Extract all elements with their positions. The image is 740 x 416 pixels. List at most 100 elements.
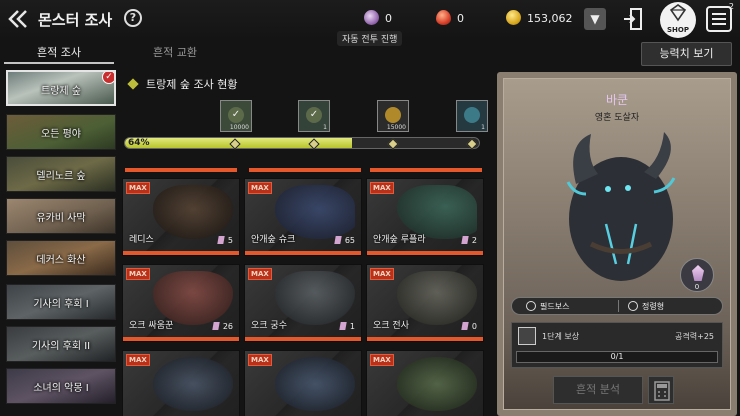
currency-gold: 153,062 — [506, 10, 573, 28]
milestone-reward-1[interactable]: ✓ 10000 — [220, 100, 252, 132]
menu-badge: 2 — [728, 2, 734, 11]
trace-analysis-button[interactable]: 흔적 분석 — [553, 376, 643, 404]
card-bottom-strip — [125, 168, 237, 172]
menu-icon[interactable]: 2 — [706, 2, 734, 32]
monster-card-7[interactable]: MAX — [244, 350, 362, 416]
region-item-3[interactable]: 유카비 사막 — [6, 198, 116, 234]
trace-count: 0 — [461, 322, 477, 331]
region-item-6[interactable]: 기사의 후회 II — [6, 326, 116, 362]
max-badge: MAX — [248, 182, 272, 194]
max-badge: MAX — [126, 182, 150, 194]
crystal-count: 0 — [694, 283, 700, 291]
spider-monster-icon — [153, 185, 233, 239]
detail-monster-name: 바쿤 — [605, 93, 629, 107]
max-badge: MAX — [370, 354, 394, 366]
reward-count: 10000 — [229, 124, 249, 131]
orc-archer-icon — [275, 271, 355, 325]
reward-stage-label: 1단계 보상 — [542, 332, 580, 341]
region-label: 오든 평야 — [41, 129, 81, 140]
monster-card-6[interactable]: MAX — [122, 350, 240, 416]
trace-count: 5 — [217, 236, 233, 245]
ruby-count: 0 — [457, 12, 464, 25]
red-ruby-icon — [436, 10, 451, 25]
region-label: 기사의 후회 II — [31, 341, 91, 352]
boss-portrait-icon — [546, 124, 696, 294]
region-label: 데커스 화산 — [36, 255, 86, 266]
auto-battle-label[interactable]: 자동 전투 진행 — [337, 31, 403, 46]
monster-card-5[interactable]: MAX 오크 전사 0 — [366, 264, 484, 342]
monster-card-3[interactable]: MAX 오크 싸움꾼 26 — [122, 264, 240, 342]
chevron-down-icon[interactable]: ▼ — [584, 8, 606, 30]
help-icon[interactable]: ? — [124, 9, 142, 27]
monster-card-4[interactable]: MAX 오크 궁수 1 — [244, 264, 362, 342]
region-item-7[interactable]: 소녀의 악몽 I — [6, 368, 116, 404]
monster-name: 안개숲 루플라 — [373, 235, 426, 245]
region-label: 기사의 후회 I — [33, 299, 89, 310]
region-item-5[interactable]: 기사의 후회 I — [6, 284, 116, 320]
detail-monster-title: 영혼 도살자 — [594, 113, 640, 123]
back-arrow-icon[interactable] — [6, 6, 32, 32]
max-badge: MAX — [370, 182, 394, 194]
spirit-type-icon — [628, 301, 638, 311]
monster-name: 레디스 — [129, 235, 154, 245]
monster-card-2[interactable]: MAX 안개숲 루플라 2 — [366, 178, 484, 256]
monster-name: 오크 전사 — [373, 321, 409, 331]
calculator-icon[interactable] — [648, 376, 674, 404]
gift-box-icon — [518, 327, 536, 345]
reward-stat: 공격력+25 — [675, 332, 714, 341]
region-item-0[interactable]: 트랑제 숲 ✓ — [6, 70, 116, 106]
tab-trace-survey[interactable]: 흔적 조사 — [4, 42, 114, 64]
winged-monster-icon — [275, 185, 355, 239]
region-item-2[interactable]: 델리노르 숲 — [6, 156, 116, 192]
monster-card-1[interactable]: MAX 안개숲 슈크 65 — [244, 178, 362, 256]
max-badge: MAX — [248, 354, 272, 366]
monster-name: 오크 궁수 — [251, 321, 287, 331]
crystal-counter[interactable]: 0 — [680, 258, 714, 292]
monster-portrait-icon — [275, 357, 355, 411]
max-badge: MAX — [126, 354, 150, 366]
stage-reward-box: 1단계 보상 공격력+25 0/1 — [511, 322, 723, 368]
max-badge: MAX — [248, 268, 272, 280]
monster-name: 안개숲 슈크 — [251, 235, 296, 245]
type-spirit: 정령형 — [642, 302, 665, 311]
diamond-bullet-icon — [127, 78, 139, 90]
trace-count: 2 — [461, 236, 477, 245]
type-field-boss: 필드보스 — [540, 302, 570, 311]
monster-card-0[interactable]: MAX 레디스 5 — [122, 178, 240, 256]
gold-count: 153,062 — [527, 12, 573, 25]
region-item-4[interactable]: 데커스 화산 — [6, 240, 116, 276]
survey-title: 트랑제 숲 조사 현황 — [146, 78, 238, 91]
claimed-check-icon: ✓ — [306, 107, 322, 123]
orc-monster-icon — [153, 271, 233, 325]
milestone-reward-4[interactable]: 1 — [456, 100, 488, 132]
purple-gem-icon — [364, 10, 379, 25]
view-stats-button[interactable]: 능력치 보기 — [641, 42, 732, 66]
monster-card-8[interactable]: MAX — [366, 350, 484, 416]
trace-count: 26 — [212, 322, 233, 331]
milestone-reward-3[interactable]: 15000 — [377, 100, 409, 132]
orc-warrior-icon — [397, 271, 477, 325]
shop-button[interactable]: SHOP — [660, 2, 696, 38]
trace-count: 1 — [339, 322, 355, 331]
reward-count: 1 — [323, 124, 327, 131]
monster-portrait-icon — [153, 357, 233, 411]
gold-coin-icon — [385, 107, 401, 123]
exit-door-icon[interactable] — [622, 7, 644, 31]
region-label: 델리노르 숲 — [36, 171, 86, 182]
currency-ruby: 0 — [436, 10, 464, 28]
crystal-icon — [692, 265, 704, 281]
region-item-1[interactable]: 오든 평야 — [6, 114, 116, 150]
tab-trace-exchange[interactable]: 흔적 교환 — [120, 42, 230, 64]
bird-monster-icon — [397, 185, 477, 239]
max-badge: MAX — [370, 268, 394, 280]
milestone-reward-2[interactable]: ✓ 1 — [298, 100, 330, 132]
reward-progress-text: 0/1 — [610, 352, 624, 361]
field-boss-icon — [526, 301, 536, 311]
gem-count: 0 — [385, 12, 392, 25]
card-bottom-strip — [249, 168, 361, 172]
region-label: 유카비 사막 — [36, 213, 86, 224]
crystal-reward-icon — [464, 107, 480, 123]
monster-portrait-icon — [397, 357, 477, 411]
region-label: 트랑제 숲 — [41, 86, 81, 97]
max-badge: MAX — [126, 268, 150, 280]
